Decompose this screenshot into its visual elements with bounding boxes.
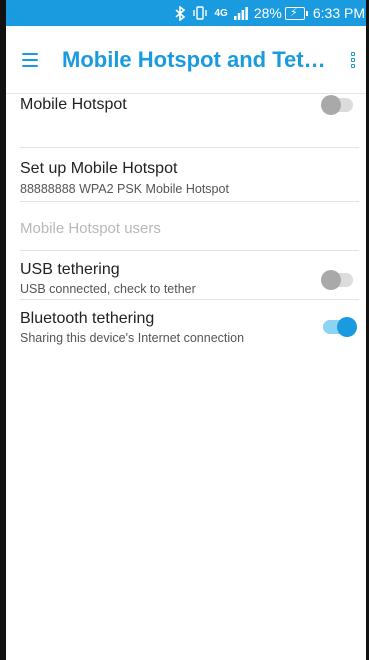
app-bar: Mobile Hotspot and Teth...: [0, 26, 369, 94]
vibrate-icon: [192, 6, 208, 20]
more-options-icon[interactable]: [351, 52, 355, 68]
battery-icon: ⚡: [284, 6, 308, 20]
network-type: 4G: [214, 7, 228, 19]
signal-icon: [233, 6, 248, 20]
bluetooth-icon: [175, 5, 186, 21]
battery-percent: 28%: [253, 5, 282, 21]
bluetooth-tethering-summary: Sharing this device's Internet connectio…: [20, 331, 245, 345]
usb-tethering-row[interactable]: USB tethering USB connected, check to te…: [20, 251, 359, 300]
bluetooth-tethering-toggle[interactable]: [323, 317, 357, 337]
menu-icon[interactable]: [22, 52, 38, 67]
bluetooth-tethering-label: Bluetooth tethering: [20, 310, 155, 327]
bluetooth-tethering-row[interactable]: Bluetooth tethering Sharing this device'…: [20, 300, 359, 350]
mobile-hotspot-row[interactable]: Mobile Hotspot: [20, 94, 359, 148]
hotspot-users-label: Mobile Hotspot users: [20, 220, 161, 237]
setup-hotspot-row[interactable]: Set up Mobile Hotspot 88888888 WPA2 PSK …: [20, 148, 359, 202]
usb-tethering-toggle[interactable]: [321, 270, 353, 290]
page-title: Mobile Hotspot and Teth...: [62, 46, 332, 72]
settings-list: Mobile Hotspot Set up Mobile Hotspot 888…: [0, 94, 369, 350]
mobile-hotspot-toggle[interactable]: [321, 95, 353, 115]
status-bar: 4G 28% ⚡ 6:33 PM: [0, 0, 369, 26]
hotspot-users-row: Mobile Hotspot users: [20, 202, 359, 251]
usb-tethering-summary: USB connected, check to tether: [20, 282, 196, 296]
mobile-hotspot-label: Mobile Hotspot: [20, 96, 127, 113]
setup-hotspot-summary: 88888888 WPA2 PSK Mobile Hotspot: [20, 182, 229, 196]
clock: 6:33 PM: [312, 5, 365, 21]
setup-hotspot-label: Set up Mobile Hotspot: [20, 160, 178, 177]
usb-tethering-label: USB tethering: [20, 261, 120, 278]
